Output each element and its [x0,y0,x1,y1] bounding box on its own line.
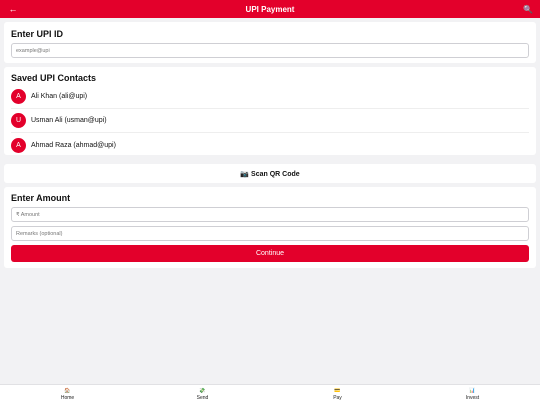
nav-label: Pay [333,395,342,401]
upi-id-input[interactable]: example@upi [11,43,529,58]
contact-name: Usman Ali (usman@upi) [31,117,107,124]
home-icon: 🏠 [64,388,71,394]
upi-id-heading: Enter UPI ID [11,29,64,39]
amount-input[interactable]: ₹ Amount [11,207,529,222]
contact-item[interactable]: A Ahmad Raza (ahmad@upi) [11,133,529,157]
card-icon: 💳 [334,388,341,394]
money-send-icon: 💸 [199,388,206,394]
contact-name: Ahmad Raza (ahmad@upi) [31,141,116,149]
contact-item[interactable]: U Usman Ali (usman@upi) [11,109,529,133]
amount-heading: Enter Amount [11,193,71,203]
saved-contacts-heading: Saved UPI Contacts [11,73,97,83]
nav-item-home[interactable]: 🏠 Home [0,385,135,405]
continue-button[interactable]: Continue [11,245,529,262]
remarks-input[interactable]: Remarks (optional) [11,226,529,241]
chart-icon: 📊 [469,388,476,394]
saved-contacts-card: Saved UPI Contacts A Ali Khan (ali@upi) … [4,67,536,155]
nav-label: Invest [465,395,480,401]
contacts-list: A Ali Khan (ali@upi) U Usman Ali (usman@… [11,85,529,157]
bottom-nav: 🏠 Home 💸 Send 💳 Pay 📊 Invest [0,384,540,405]
nav-item-pay[interactable]: 💳 Pay [270,385,405,405]
nav-label: Send [196,395,209,401]
nav-item-invest[interactable]: 📊 Invest [405,385,540,405]
back-arrow-icon[interactable]: ← [6,2,20,16]
nav-label: Home [60,395,75,401]
upi-id-card: Enter UPI ID example@upi [4,22,536,63]
amount-card: Enter Amount ₹ Amount Remarks (optional)… [4,187,536,268]
page-title: UPI Payment [245,4,295,14]
contact-name: Ali Khan (ali@upi) [31,93,88,100]
avatar: A [11,137,26,153]
scan-qr-button[interactable]: 📷 Scan QR Code [4,164,536,183]
nav-item-send[interactable]: 💸 Send [135,385,270,405]
contact-item[interactable]: A Ali Khan (ali@upi) [11,85,529,109]
avatar: U [11,113,26,128]
search-icon[interactable]: 🔍 [521,2,535,16]
app-bar: ← UPI Payment 🔍 [0,0,540,18]
scan-qr-label: 📷 Scan QR Code [240,170,300,178]
avatar: A [11,89,26,104]
